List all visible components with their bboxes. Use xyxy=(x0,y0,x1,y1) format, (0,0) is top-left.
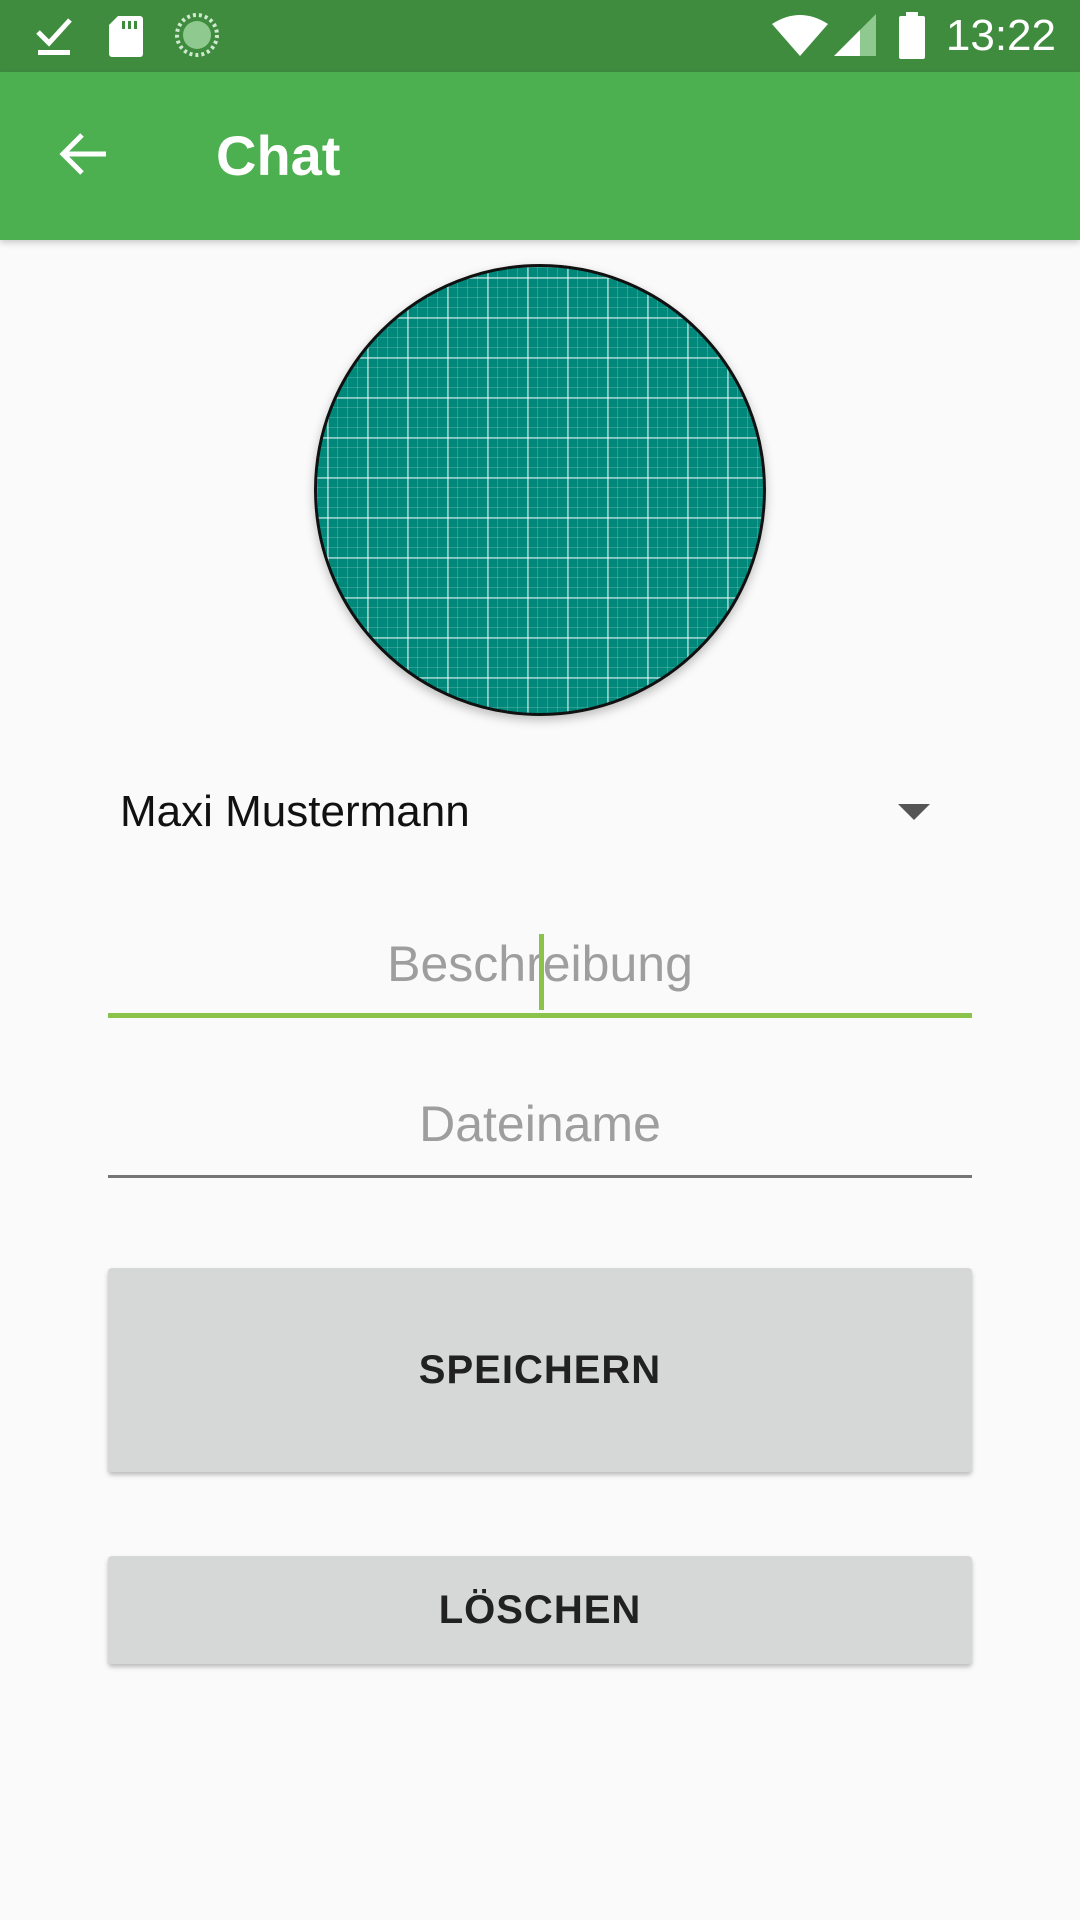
back-button[interactable] xyxy=(36,108,132,204)
text-cursor xyxy=(539,934,544,1010)
delete-button[interactable]: LÖSCHEN xyxy=(108,1556,972,1664)
spinner-selected-value: Maxi Mustermann xyxy=(120,787,470,836)
contact-spinner[interactable]: Maxi Mustermann xyxy=(108,756,940,868)
arrow-back-icon xyxy=(56,126,112,187)
status-bar: 13:22 xyxy=(0,0,1080,72)
cell-signal-icon xyxy=(834,14,878,63)
grid-placeholder-image xyxy=(314,264,766,716)
sd-card-icon xyxy=(108,14,144,63)
page-title: Chat xyxy=(216,124,341,187)
description-underline xyxy=(108,1013,972,1018)
save-button[interactable]: SPEICHERN xyxy=(108,1268,972,1472)
filename-underline xyxy=(108,1175,972,1178)
avatar[interactable] xyxy=(314,264,766,716)
filename-field[interactable] xyxy=(108,1078,972,1170)
download-done-icon xyxy=(34,14,74,63)
app-bar: Chat xyxy=(0,72,1080,240)
status-time: 13:22 xyxy=(945,11,1056,60)
dropdown-arrow-icon xyxy=(898,804,930,820)
battery-icon xyxy=(898,12,926,65)
filename-field-container xyxy=(108,1078,972,1178)
wifi-icon xyxy=(772,14,828,63)
sync-progress-icon xyxy=(174,12,220,63)
description-field-container xyxy=(108,918,972,1018)
